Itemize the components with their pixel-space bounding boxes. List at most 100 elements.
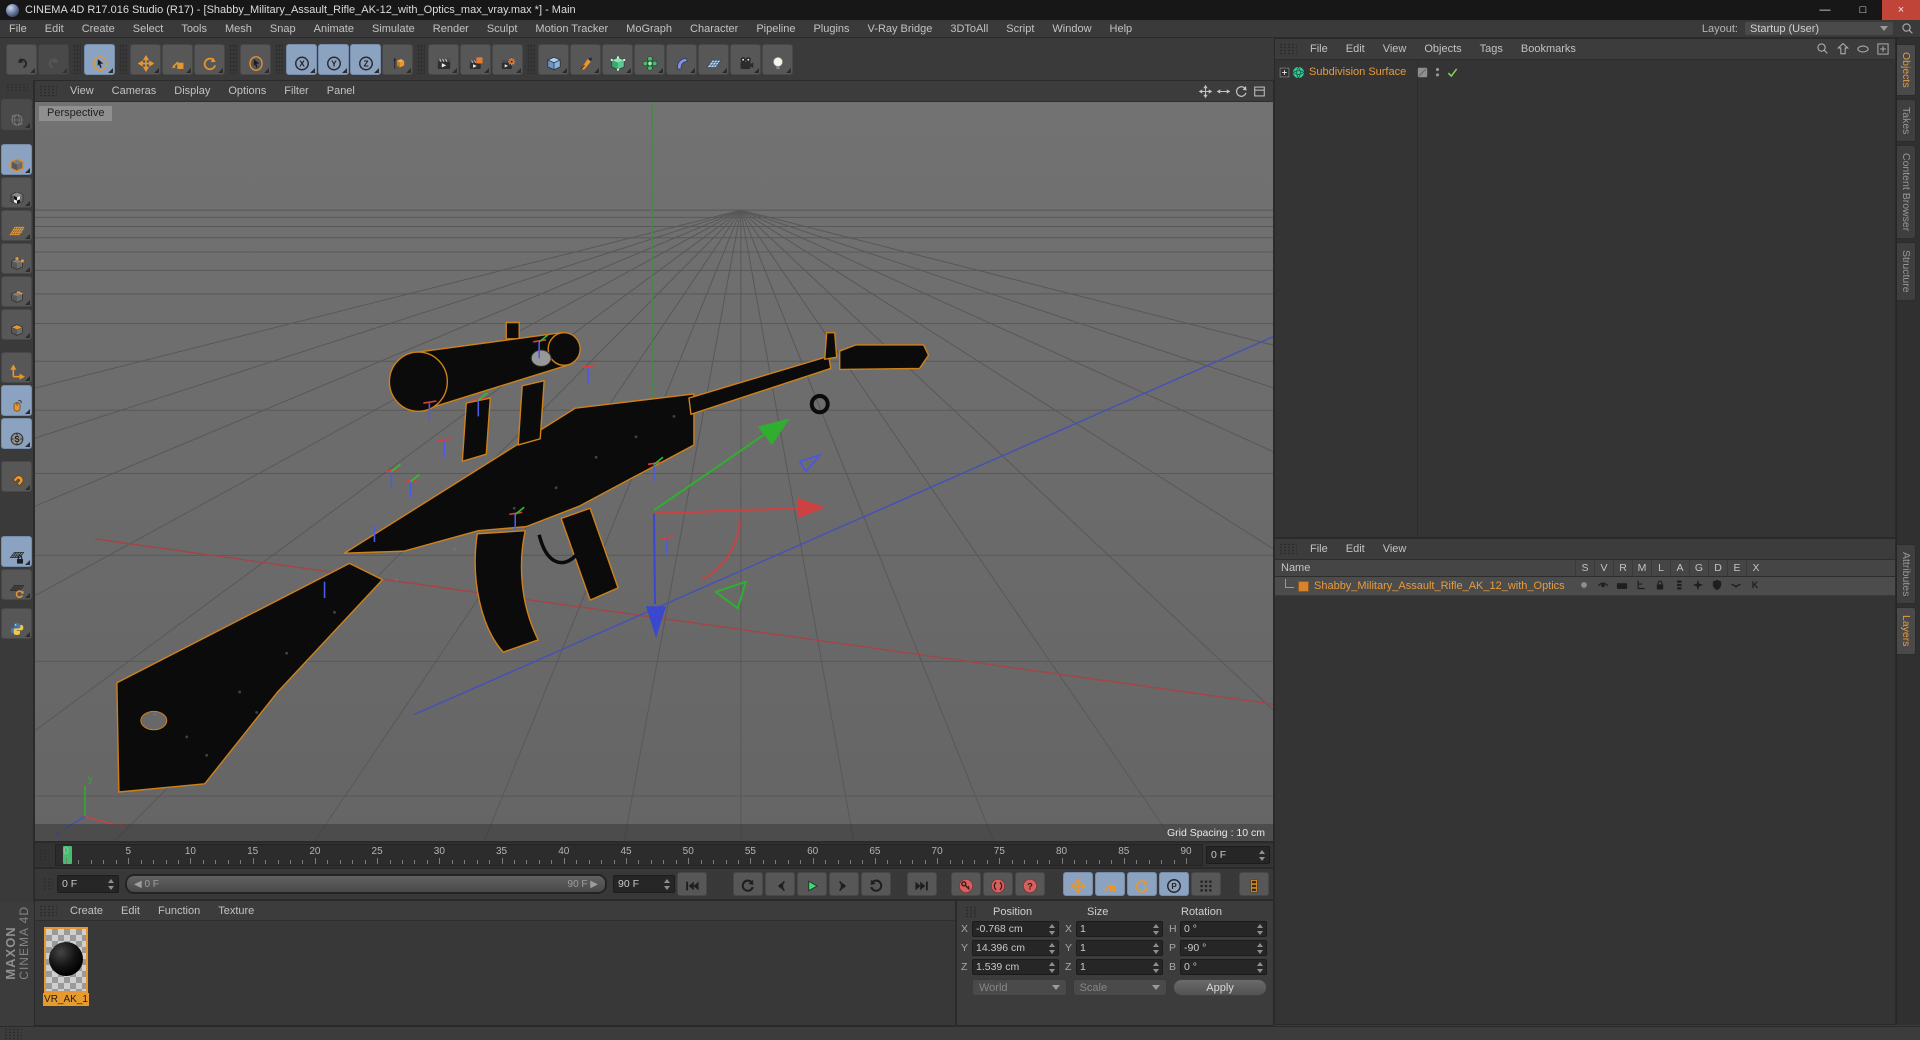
autokeying-button[interactable] [983,872,1013,896]
current-frame-field[interactable]: 0 F [1206,846,1270,864]
zoom-view-icon[interactable] [1216,84,1231,99]
menu-select[interactable]: Select [124,22,173,36]
menu-help[interactable]: Help [1101,22,1142,36]
render-picture-viewer-button[interactable] [460,43,491,75]
object-tree-row[interactable]: Subdivision Surface [1275,63,1895,81]
stepper-arrows-icon[interactable] [1045,961,1055,973]
menu-3dtoall[interactable]: 3DToAll [941,22,997,36]
object-name[interactable]: Shabby_Military_Assault_Rifle_AK_12_with… [1314,580,1565,592]
viewport-menubar-grip[interactable] [39,85,57,97]
viewport-menu-filter[interactable]: Filter [275,84,317,98]
column-header-r[interactable]: R [1613,560,1632,576]
axis-mode-button[interactable] [1,352,32,383]
previous-frame-button[interactable] [765,872,795,896]
keyframe-selection-button[interactable]: ? [1015,872,1045,896]
timeline-range-slider[interactable]: ◀ 0 F 90 F ▶ [125,874,607,894]
texture-mode-button[interactable] [1,177,32,208]
object-manager-menu-file[interactable]: File [1301,42,1337,56]
menu-file[interactable]: File [0,22,36,36]
record-position-button[interactable] [1063,872,1093,896]
add-modeling-object-button[interactable] [666,43,697,75]
rotation-b-field[interactable]: 0 ° [1180,959,1267,975]
cell-hier[interactable] [1632,578,1651,594]
move-button[interactable] [130,43,161,75]
material-name[interactable]: VR_AK_1 [43,993,89,1006]
tweak-mode-button[interactable] [1,385,32,416]
tab-attributes[interactable]: Attributes [1897,544,1916,605]
camera-label[interactable]: Perspective [39,106,113,121]
layout-dropdown[interactable]: Startup (User) [1744,21,1894,36]
snap-settings-button[interactable]: S [1,418,32,449]
materials-menu-function[interactable]: Function [149,904,209,918]
toggle-view-icon[interactable] [1252,84,1267,99]
palette-grip[interactable] [5,83,28,91]
render-settings-button[interactable] [492,43,523,75]
menu-create[interactable]: Create [73,22,124,36]
range-slider-handle[interactable]: ◀ 0 F 90 F ▶ [127,876,605,892]
record-scale-button[interactable] [1095,872,1125,896]
rotate-view-icon[interactable] [1234,84,1249,99]
position-z-field[interactable]: 1.539 cm [972,959,1059,975]
lock-x-axis-button[interactable]: X [286,43,317,75]
object-name[interactable]: Subdivision Surface [1309,66,1406,78]
layers-menu-view[interactable]: View [1374,542,1416,556]
size-y-field[interactable]: 1 [1076,940,1163,956]
end-frame-spinner[interactable]: 90 F [613,875,675,893]
scale-dropdown[interactable]: Scale [1072,979,1168,996]
maximize-button[interactable]: □ [1844,0,1882,20]
pan-view-icon[interactable] [1198,84,1213,99]
lock-workplane-button[interactable] [1,536,32,567]
python-scripting-button[interactable] [1,608,32,639]
make-preview-button[interactable] [1239,872,1269,896]
stepper-arrows-icon[interactable] [1045,942,1055,954]
menu-motion-tracker[interactable]: Motion Tracker [526,22,617,36]
goto-start-button[interactable] [677,872,707,896]
lock-z-axis-button[interactable]: Z [350,43,381,75]
materials-menu-edit[interactable]: Edit [112,904,149,918]
apply-button[interactable]: Apply [1173,979,1267,996]
cell-kglyph[interactable]: K [1746,578,1765,594]
object-manager-menu-view[interactable]: View [1374,42,1416,56]
tab-takes[interactable]: Takes [1897,98,1916,143]
enable-snap-button[interactable] [1,461,32,492]
layers-menu-file[interactable]: File [1301,542,1337,556]
position-y-field[interactable]: 14.396 cm [972,940,1059,956]
add-environment-button[interactable] [698,43,729,75]
menu-snap[interactable]: Snap [261,22,305,36]
layer-object-row[interactable]: Shabby_Military_Assault_Rifle_AK_12_with… [1275,577,1895,596]
column-header-e[interactable]: E [1727,560,1746,576]
edges-mode-button[interactable] [1,276,32,307]
workplane-mode-button[interactable] [1,210,32,241]
menu-render[interactable]: Render [424,22,478,36]
stepper-arrows-icon[interactable] [1149,923,1159,935]
menu-simulate[interactable]: Simulate [363,22,424,36]
minimize-button[interactable]: — [1806,0,1844,20]
state-square-icon[interactable] [1416,66,1429,79]
model-mode-button[interactable] [1,144,32,175]
column-header-x[interactable]: X [1746,560,1765,576]
add-deformer-button[interactable] [634,43,665,75]
menu-script[interactable]: Script [997,22,1043,36]
stepper-arrows-icon[interactable] [1149,942,1159,954]
add-camera-button[interactable] [730,43,761,75]
column-header-l[interactable]: L [1651,560,1670,576]
materials-menubar-grip[interactable] [39,904,57,917]
expand-plus-icon[interactable] [1278,66,1291,79]
rotation-h-field[interactable]: 0 ° [1180,921,1267,937]
vis-dots-icon[interactable] [1431,66,1444,79]
eye-small-icon[interactable] [1855,41,1871,57]
rifle-model[interactable] [116,321,930,793]
add-light-button[interactable] [762,43,793,75]
goto-end-button[interactable] [907,872,937,896]
viewport-menu-display[interactable]: Display [165,84,219,98]
timeline-ruler[interactable]: 0 5 10 15 20 25 30 35 40 45 50 55 60 65 70 75 80 85 90 [55,844,1203,866]
timeline-grip[interactable] [39,849,49,861]
viewport-menu-cameras[interactable]: Cameras [103,84,166,98]
material-preview[interactable] [44,927,88,993]
cell-star4[interactable] [1689,578,1708,594]
stepper-arrows-icon[interactable] [660,878,670,890]
object-manager-menu-edit[interactable]: Edit [1337,42,1374,56]
add-subdivision-surface-button[interactable] [602,43,633,75]
layers-menu-edit[interactable]: Edit [1337,542,1374,556]
materials-menu-create[interactable]: Create [61,904,112,918]
